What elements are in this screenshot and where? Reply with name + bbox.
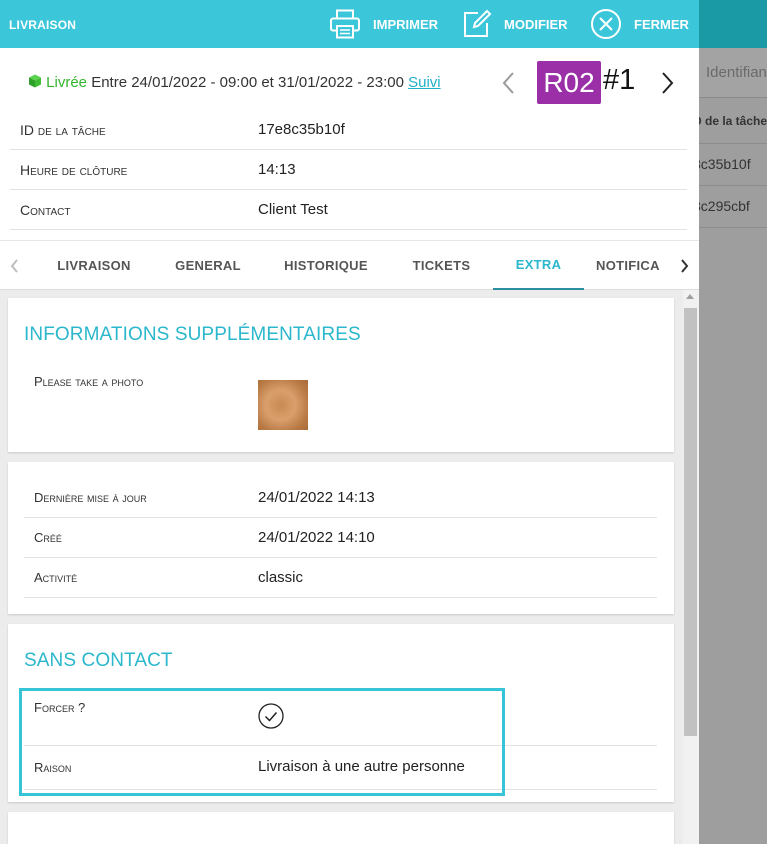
meta-row-updated: Dernière mise à jour 24/01/2022 14:13 (24, 478, 657, 518)
detail-row-task-id: ID de la tâche 17e8c35b10f (10, 110, 687, 150)
print-button[interactable]: IMPRIMER (329, 0, 438, 48)
close-label: FERMER (634, 16, 689, 32)
background-table-row: 8c35b10f (699, 144, 767, 186)
meta-label: Activité (34, 570, 78, 585)
meta-label: Créé (34, 530, 62, 545)
background-table-header: D de la tâche (693, 98, 767, 144)
scroll-up-arrow-icon[interactable] (686, 294, 694, 299)
tab-scroll-right-icon[interactable] (677, 257, 691, 275)
meta-value: 24/01/2022 14:13 (258, 489, 375, 506)
delivery-status-line: Livrée Entre 24/01/2022 - 09:00 et 31/01… (28, 74, 441, 91)
detail-value: 14:13 (258, 161, 296, 178)
route-badge: R02 (537, 61, 601, 104)
tab-historique[interactable]: HISTORIQUE (262, 241, 390, 290)
detail-label: ID de la tâche (20, 122, 106, 138)
tab-livraison[interactable]: LIVRAISON (34, 241, 154, 290)
edit-button[interactable]: MODIFIER (462, 0, 568, 48)
contactless-title: SANS CONTACT (24, 650, 173, 671)
tracking-link[interactable]: Suivi (408, 74, 441, 91)
photo-thumbnail[interactable] (258, 380, 308, 430)
meta-value: 24/01/2022 14:10 (258, 529, 375, 546)
tab-general[interactable]: GENERAL (154, 241, 262, 290)
meta-card: Dernière mise à jour 24/01/2022 14:13 Cr… (8, 462, 674, 614)
close-circle-icon (591, 9, 621, 39)
package-icon (29, 74, 41, 88)
tab-bar: LIVRAISON GENERAL HISTORIQUE TICKETS EXT… (0, 240, 699, 290)
highlight-frame (19, 688, 505, 796)
detail-label: Contact (20, 202, 71, 218)
tab-extra[interactable]: EXTRA (493, 241, 584, 290)
edit-label: MODIFIER (504, 16, 568, 32)
detail-row-contact: Contact Client Test (10, 190, 687, 230)
scrollbar-thumb[interactable] (684, 308, 697, 736)
panel-header: LIVRAISON IMPRIMER MODIFIER FERMER (0, 0, 699, 48)
meta-label: Dernière mise à jour (34, 490, 147, 505)
meta-row-created: Créé 24/01/2022 14:10 (24, 518, 657, 558)
chevron-right-icon[interactable] (656, 70, 678, 96)
detail-label: Heure de clôture (20, 162, 128, 178)
meta-value: classic (258, 569, 304, 586)
panel-title: LIVRAISON (9, 18, 77, 32)
photo-label: Please take a photo (34, 374, 144, 389)
next-card (8, 812, 674, 844)
status-label: Livrée (46, 74, 88, 91)
tab-notifications[interactable]: NOTIFICA (596, 241, 676, 290)
detail-row-close-time: Heure de clôture 14:13 (10, 150, 687, 190)
meta-row-activity: Activité classic (24, 558, 657, 598)
delivery-window: Entre 24/01/2022 - 09:00 et 31/01/2022 -… (87, 74, 409, 91)
edit-icon (464, 9, 492, 37)
close-button[interactable]: FERMER (590, 0, 689, 48)
extra-info-card: INFORMATIONS SUPPLÉMENTAIRES Please take… (8, 298, 674, 452)
task-detail-panel: LIVRAISON IMPRIMER MODIFIER FERMER Livré… (0, 0, 699, 844)
background-search-input: Identifian (699, 48, 767, 98)
background-cell: 8c295cbf (699, 198, 750, 214)
printer-icon (330, 9, 360, 39)
tab-tickets[interactable]: TICKETS (390, 241, 493, 290)
tab-scroll-left-icon[interactable] (8, 257, 22, 275)
extra-info-title: INFORMATIONS SUPPLÉMENTAIRES (24, 324, 361, 345)
print-label: IMPRIMER (373, 16, 438, 32)
detail-value: Client Test (258, 201, 328, 218)
chevron-left-icon[interactable] (498, 70, 520, 96)
stop-number: #1 (603, 64, 636, 96)
background-search-placeholder: Identifian (706, 64, 767, 81)
background-header (699, 0, 767, 48)
background-table-row: 8c295cbf (699, 186, 767, 228)
background-cell: 8c35b10f (699, 156, 751, 172)
detail-value: 17e8c35b10f (258, 121, 345, 138)
background-column-header: D de la tâche (693, 114, 767, 128)
